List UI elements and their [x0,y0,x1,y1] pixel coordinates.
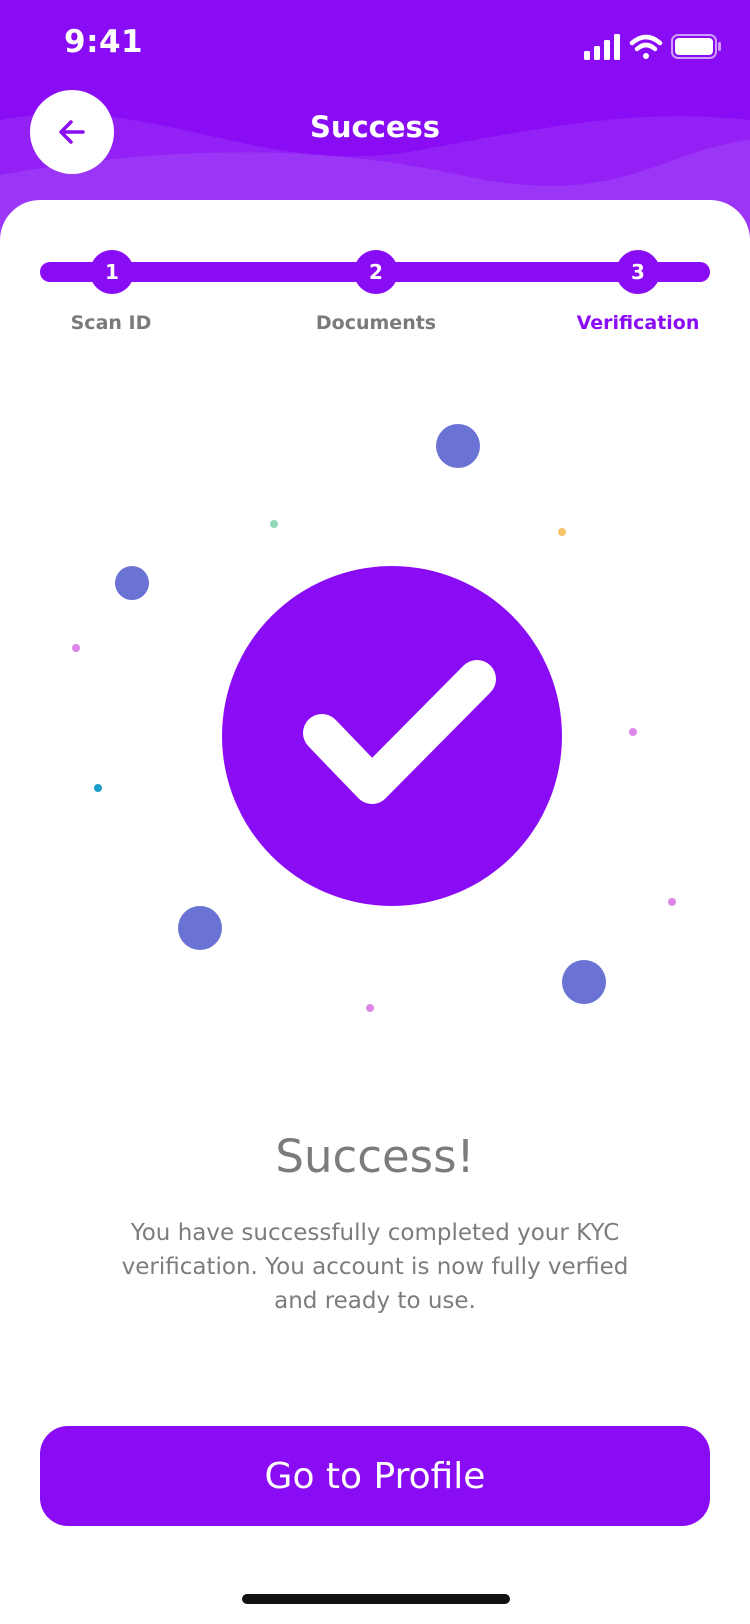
success-badge [222,566,562,906]
confetti-dot [72,644,80,652]
page-title: Success [309,110,441,144]
success-title: Success! [275,1130,475,1183]
confetti-dot [94,784,102,792]
confetti-dot [270,520,278,528]
confetti-dot [178,906,222,950]
check-icon [303,660,496,804]
confetti-dot [115,566,149,600]
step-1-indicator[interactable]: 1 [90,250,134,294]
signal-icon [584,34,620,60]
confetti-dot [629,728,637,736]
confetti-dot [436,424,480,468]
battery-icon [671,34,721,59]
step-3-label: Verification [576,312,700,334]
success-description: You have successfully completed your KYC… [121,1220,629,1314]
step-3-indicator[interactable]: 3 [616,250,660,294]
status-time: 9:41 [64,24,144,60]
step-2-label: Documents [315,312,437,334]
go-to-profile-button[interactable]: Go to Profile [40,1426,710,1526]
confetti-dot [562,960,606,1004]
home-indicator [242,1594,510,1604]
confetti-dot [366,1004,374,1012]
confetti-dot [668,898,676,906]
wifi-icon [629,34,663,59]
step-1-label: Scan ID [70,312,152,334]
confetti-dot [558,528,566,536]
content-sheet [0,200,750,1624]
status-icons [584,34,721,60]
step-2-indicator[interactable]: 2 [354,250,398,294]
